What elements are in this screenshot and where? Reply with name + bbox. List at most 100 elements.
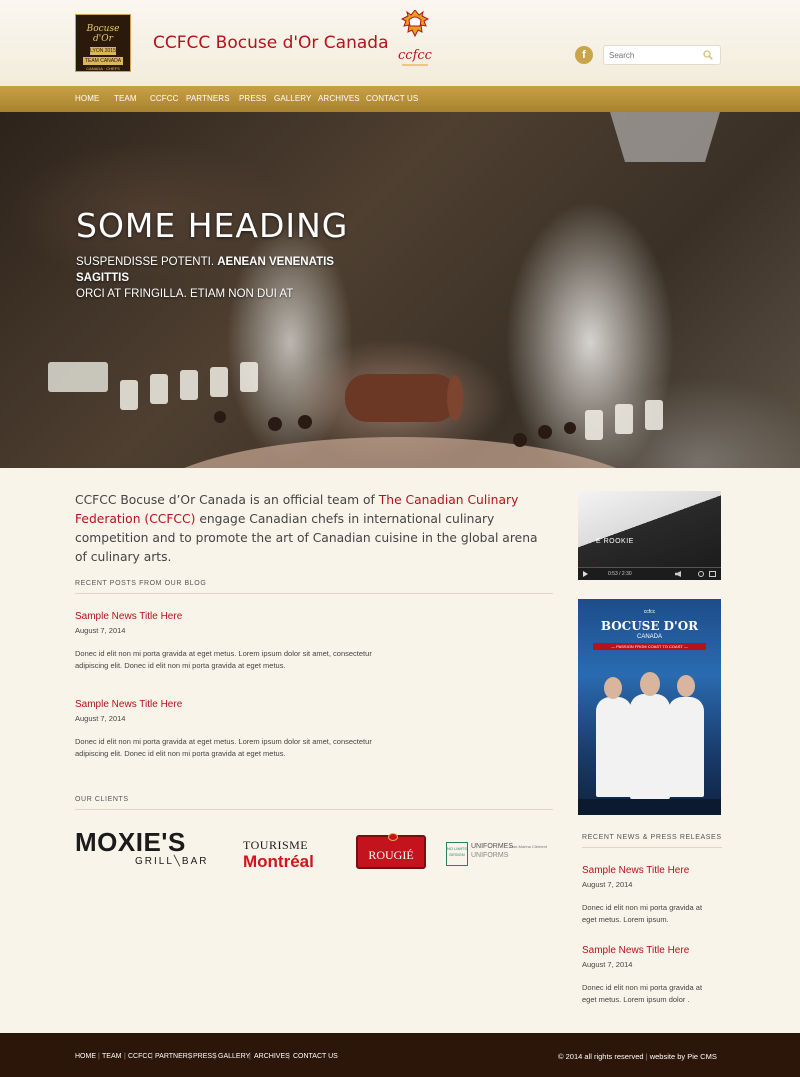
footer-separator: | [249,1053,251,1060]
news-body-line: eget metus. Lorem ipsum dolor . [582,995,690,1004]
rougie-crest-icon [388,833,398,841]
chef-figure [630,694,670,799]
blog-post-body-line: Donec id elit non mi porta gravida at eg… [75,737,372,746]
bocuse-dor-logo[interactable]: Bocuse d'Or LYON 2015 TEAM CANADA CANADA… [75,14,131,72]
video-time: 0:53 / 2:30 [608,571,632,577]
volume-icon[interactable] [675,571,681,577]
client-logo-nolimits-uniformes[interactable]: NO LIMITS DESIGN UNIFORMES UNIFORMS Lise… [446,842,556,870]
footer-separator: | [124,1053,126,1060]
nav-team[interactable]: TEAM [114,94,137,103]
nav-partners[interactable]: PARTNERS [186,94,230,103]
nolimits-name-2: UNIFORMS [471,852,509,859]
nav-gallery[interactable]: GALLERY [274,94,311,103]
blog-post-body-line: Donec id elit non mi porta gravida at eg… [75,649,372,658]
blog-post-date: August 7, 2014 [75,626,126,635]
footer-link-archives[interactable]: ARCHIVES [254,1053,290,1060]
settings-icon[interactable] [698,571,704,577]
chef-figure [596,697,632,797]
tourisme-bottom: Montréal [243,852,314,871]
footer-separator: | [214,1053,216,1060]
footer-link-ccfcc[interactable]: CCFCC [128,1053,153,1060]
bocuse-dor-poster[interactable]: ccfcc BOCUSE D'OR CANADA — PASSION FROM … [578,599,721,815]
news-body-line: Donec id elit non mi porta gravida at [582,983,703,992]
footer-link-partners[interactable]: PARTNERS [155,1053,192,1060]
blog-post-date: August 7, 2014 [75,714,126,723]
video-player[interactable]: E ROOKIE 0:53 / 2:30 [578,491,721,580]
main-nav: HOME TEAM CCFCC PARTNERS PRESS GALLERY A… [0,86,800,112]
news-title[interactable]: Sample News Title Here [582,865,689,876]
facebook-icon[interactable]: f [575,46,593,64]
site-header: Bocuse d'Or LYON 2015 TEAM CANADA CANADA… [0,0,800,86]
moxies-sub: GRILL╲BAR [135,856,209,867]
intro-paragraph: CCFCC Bocuse d’Or Canada is an official … [75,491,550,567]
news-title[interactable]: Sample News Title Here [582,945,689,956]
ccfcc-logo[interactable]: ccfcc [392,10,438,72]
fullscreen-icon[interactable] [709,571,716,577]
ccfcc-logo-text: ccfcc [398,48,433,63]
hero-text: SUSPENDISSE POTENTI. AENEAN VENENATIS SA… [76,254,376,302]
logo-team: TEAM CANADA [83,57,123,65]
video-title: E ROOKIE [596,538,634,545]
tourisme-top: TOURISME [243,838,309,852]
client-logo-moxies[interactable]: MOXIE'S GRILL╲BAR [75,828,225,872]
hero-text-part-2: ORCI AT FRINGILLA. ETIAM NON DUI AT [76,288,294,300]
footer-link-contact-us[interactable]: CONTACT US [293,1053,338,1060]
nav-contact-us[interactable]: CONTACT US [366,94,418,103]
blog-post-title[interactable]: Sample News Title Here [75,699,182,710]
search-box [603,45,721,65]
site-credit[interactable]: website by Pie CMS [650,1052,717,1061]
clients-divider [75,809,553,810]
blog-post-body-line: adipiscing elit. Donec id elit non mi po… [75,661,286,670]
hero-text-part-1: SUSPENDISSE POTENTI. [76,256,218,268]
copyright: © 2014 all rights reserved | website by … [558,1052,717,1061]
footer-separator: | [288,1053,290,1060]
video-control-bar: 0:53 / 2:30 [578,568,721,580]
site-title[interactable]: CCFCC Bocuse d'Or Canada [153,33,389,53]
news-divider [582,847,722,848]
search-input[interactable] [609,49,699,62]
rougie-name: ROUGIÉ [368,848,414,862]
logo-script: Bocuse d'Or [86,24,120,44]
news-section-label: RECENT NEWS & PRESS RELEASES [582,834,722,841]
clients-section-label: OUR CLIENTS [75,796,129,803]
chef-figure [668,697,704,797]
blog-post-title[interactable]: Sample News Title Here [75,611,182,622]
poster-title: BOCUSE D'OR [600,619,699,633]
news-body: Donec id elit non mi porta gravida at eg… [582,902,702,926]
chef-head [604,677,622,699]
footer-separator: | [189,1053,191,1060]
client-logo-tourisme-montreal[interactable]: TOURISME Montréal [243,838,343,872]
footer-separator: | [151,1053,153,1060]
footer-link-home[interactable]: HOME [75,1053,96,1060]
poster-sponsor-strip [578,799,721,815]
footer-separator: | [98,1053,100,1060]
moxies-name: MOXIE'S [75,827,186,857]
blog-post-body: Donec id elit non mi porta gravida at eg… [75,736,372,760]
news-body-line: Donec id elit non mi porta gravida at [582,903,703,912]
client-logo-rougie[interactable]: ROUGIÉ [356,833,426,869]
nav-press[interactable]: PRESS [239,94,267,103]
poster-top: ccfcc [643,609,656,615]
search-icon[interactable] [703,50,713,60]
footer-link-gallery[interactable]: GALLERY [218,1053,250,1060]
nolimits-person: Lise-Marina Clément [510,844,547,849]
footer-link-team[interactable]: TEAM [102,1053,121,1060]
intro-text-before: CCFCC Bocuse d’Or Canada is an official … [75,493,379,507]
nav-ccfcc[interactable]: CCFCC [150,94,179,103]
blog-post-body: Donec id elit non mi porta gravida at eg… [75,648,372,672]
nolimits-badge: NO LIMITS DESIGN [446,842,468,866]
news-date: August 7, 2014 [582,960,633,969]
logo-tagline: CANADA · CHEFS [86,66,120,71]
hero-heading: SOME HEADING [76,206,349,245]
nav-archives[interactable]: ARCHIVES [318,94,360,103]
poster-tagline: — PASSION FROM COAST TO COAST — [593,643,706,650]
news-body-line: eget metus. Lorem ipsum. [582,915,669,924]
nav-home[interactable]: HOME [75,94,99,103]
blog-divider [75,593,553,594]
blog-post-body-line: adipiscing elit. Donec id elit non mi po… [75,749,286,758]
chef-head [677,675,695,697]
nolimits-name-1: UNIFORMES [471,843,513,850]
news-date: August 7, 2014 [582,880,633,889]
site-footer: HOME | TEAM | CCFCC | PARTNERS | PRESS |… [0,1033,800,1077]
play-icon[interactable] [583,571,588,577]
